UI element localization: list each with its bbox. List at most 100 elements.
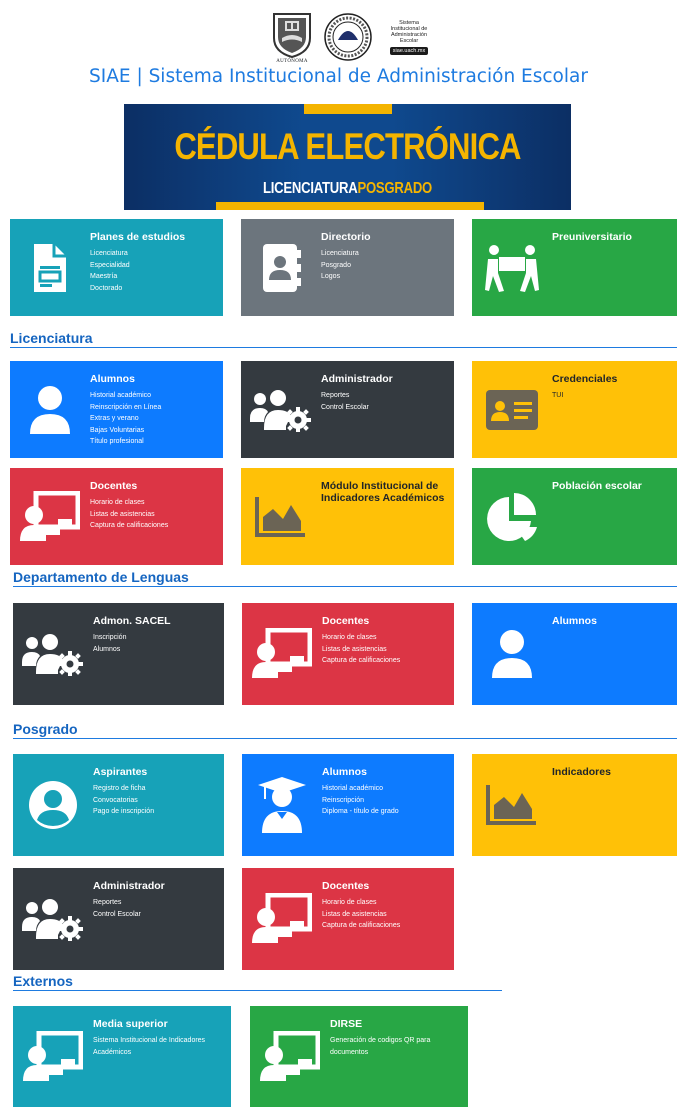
tile-link[interactable]: Pago de inscripción [93,806,218,818]
tile-link[interactable]: TUI [552,390,671,402]
tile-link[interactable]: Licenciatura [321,248,448,260]
tile-title[interactable]: Indicadores [552,766,671,778]
tile-body: Administrador Reportes Control Escolar [321,373,448,413]
chalkboard-teacher-icon [250,1006,330,1107]
tile-link[interactable]: Horario de clases [90,497,217,509]
tile-link[interactable]: Listas de asistencias [322,644,448,656]
lic-tile-alumnos[interactable]: Alumnos Historial académico Reinscripción … [10,361,223,458]
banner-title: CÉDULA ELECTRÓNICA [174,126,521,167]
ext-tile-media-superior[interactable]: Media superior Sistema Institucional de I… [13,1006,231,1107]
tile-title[interactable]: Alumnos [552,615,671,627]
chalkboard-teacher-icon [242,868,322,970]
tile-link[interactable]: Captura de calificaciones [322,655,448,667]
tile-link[interactable]: Diploma - título de grado [322,806,448,818]
cedula-electronica-banner[interactable]: CÉDULA ELECTRÓNICA LICENCIATURAPOSGRADO [124,104,571,210]
lic-tile-credenciales[interactable]: Credenciales TUI [472,361,677,458]
tile-link[interactable]: Control Escolar [321,402,448,414]
pos-tile-administrador[interactable]: Administrador Reportes Control Escolar [13,868,224,970]
tile-body: Población escolar [552,480,671,492]
tile-title[interactable]: Media superior [93,1018,225,1030]
tile-title[interactable]: Docentes [322,880,448,892]
users-cog-icon [13,868,93,970]
tile-link[interactable]: Listas de asistencias [90,509,217,521]
tile-title[interactable]: Administrador [321,373,448,385]
top-tile-preuniversitario[interactable]: Preuniversitario [472,219,677,316]
tile-body: Aspirantes Registro de ficha Convocatorias… [93,766,218,818]
tile-link[interactable]: Historial académico [90,390,217,402]
tile-links: Historial académico Reinscripción en Líne… [90,390,217,448]
tile-link[interactable]: Generación de codigos QR para documentos [330,1035,462,1058]
tile-link[interactable]: Horario de clases [322,897,448,909]
uach-logo[interactable]: AUTÓNOMA [270,12,314,64]
tile-body: Directorio Licenciatura Posgrado Logos [321,231,448,283]
tile-link[interactable]: Título profesional [90,436,217,448]
tile-link[interactable]: Convocatorias [93,795,218,807]
tile-link[interactable]: Reportes [93,897,218,909]
tile-link[interactable]: Posgrado [321,260,448,272]
pos-tile-aspirantes[interactable]: Aspirantes Registro de ficha Convocatorias… [13,754,224,856]
tile-links: Horario de clases Listas de asistencias Ca… [322,897,448,932]
tile-title[interactable]: Preuniversitario [552,231,671,243]
tile-link[interactable]: Historial académico [322,783,448,795]
tile-link[interactable]: Captura de calificaciones [322,920,448,932]
tile-title[interactable]: Aspirantes [93,766,218,778]
tile-title[interactable]: Población escolar [552,480,671,492]
lic-tile-docentes[interactable]: Docentes Horario de clases Listas de asist… [10,468,223,565]
address-book-icon [241,219,321,316]
tile-link[interactable]: Reinscripción [322,795,448,807]
tile-title[interactable]: Credenciales [552,373,671,385]
section-title-posgrado: Posgrado [13,721,677,739]
logo-caption-line: Escolar [399,37,419,44]
tile-link[interactable]: Doctorado [90,283,217,295]
tile-link[interactable]: Maestría [90,271,217,283]
tile-links: Horario de clases Listas de asistencias Ca… [90,497,217,532]
tile-link[interactable]: Inscripción [93,632,218,644]
tile-link[interactable]: Horario de clases [322,632,448,644]
tile-title[interactable]: Módulo Institucional de Indicadores Acad… [321,480,448,504]
tile-link[interactable]: Logos [321,271,448,283]
tile-title[interactable]: Directorio [321,231,448,243]
lic-tile-poblacion-escolar[interactable]: Población escolar [472,468,677,565]
tile-body: Indicadores [552,766,671,778]
pie-chart-icon [472,468,552,565]
tile-link[interactable]: Extras y verano [90,413,217,425]
tile-title[interactable]: Alumnos [322,766,448,778]
tile-link[interactable]: Reportes [321,390,448,402]
tile-link[interactable]: Bajas Voluntarias [90,425,217,437]
banner-subtitle-posgrado: POSGRADO [357,180,433,197]
ext-tile-dirse[interactable]: DIRSE Generación de codigos QR para docum… [250,1006,468,1107]
tile-link[interactable]: Listas de asistencias [322,909,448,921]
top-tile-directorio[interactable]: Directorio Licenciatura Posgrado Logos [241,219,454,316]
lic-tile-modulo-institucional-de-indicadores-academicos[interactable]: Módulo Institucional de Indicadores Acad… [241,468,454,565]
pos-tile-docentes[interactable]: Docentes Horario de clases Listas de asist… [242,868,454,970]
tile-link[interactable]: Registro de ficha [93,783,218,795]
people-carry-icon [472,219,552,316]
tile-title[interactable]: Alumnos [90,373,217,385]
logo-caption: Sistema Institucional de Administración … [382,20,436,55]
tile-link[interactable]: Alumnos [93,644,218,656]
user-graduate-icon [242,754,322,856]
len-tile-alumnos[interactable]: Alumnos [472,603,677,705]
lic-tile-administrador[interactable]: Administrador Reportes Control Escolar [241,361,454,458]
tile-link[interactable]: Captura de calificaciones [90,520,217,532]
tile-title[interactable]: Docentes [322,615,448,627]
tile-links: Licenciatura Especialidad Maestría Doctorad… [90,248,217,294]
tile-link[interactable]: Licenciatura [90,248,217,260]
len-tile-admon-sacel[interactable]: Admon. SACEL Inscripción Alumnos [13,603,224,705]
tile-body: Alumnos [552,615,671,627]
tile-title[interactable]: Planes de estudios [90,231,217,243]
tile-title[interactable]: Admon. SACEL [93,615,218,627]
top-tile-planes-de-estudios[interactable]: Planes de estudios Licenciatura Especialid… [10,219,223,316]
tile-links: Reportes Control Escolar [321,390,448,413]
tile-title[interactable]: Administrador [93,880,218,892]
area-chart-icon [241,468,321,565]
tile-link[interactable]: Reinscripción en Línea [90,402,217,414]
tile-title[interactable]: DIRSE [330,1018,462,1030]
tile-link[interactable]: Sistema Institucional de Indicadores Aca… [93,1035,225,1058]
tile-title[interactable]: Docentes [90,480,217,492]
pos-tile-indicadores[interactable]: Indicadores [472,754,677,856]
pos-tile-alumnos[interactable]: Alumnos Historial académico Reinscripción D… [242,754,454,856]
tile-link[interactable]: Control Escolar [93,909,218,921]
len-tile-docentes[interactable]: Docentes Horario de clases Listas de asist… [242,603,454,705]
tile-link[interactable]: Especialidad [90,260,217,272]
